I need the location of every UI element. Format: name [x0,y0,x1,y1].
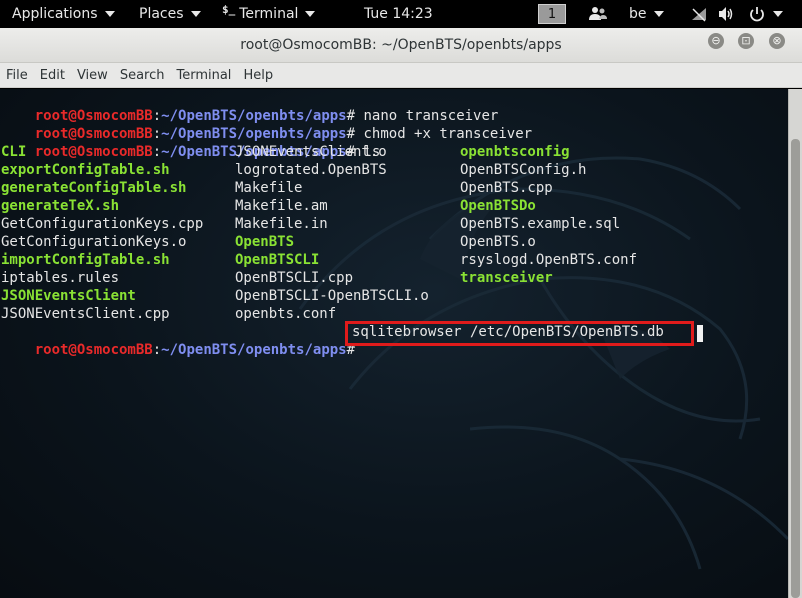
ls-entry: rsyslogd.OpenBTS.conf [460,252,638,268]
ls-entry: OpenBTSCLI [235,252,320,268]
volume-icon[interactable] [717,0,735,28]
ls-entry: transceiver [460,270,553,286]
top-panel: Applications Places $_ Terminal Tue 14:2… [0,0,802,28]
chevron-down-icon [653,11,664,17]
menu-file[interactable]: File [0,68,34,83]
ls-entry: JSONEventsClient.o [235,144,387,160]
terminal-app-menu[interactable]: $_ Terminal [222,0,316,28]
power-icon [750,7,764,22]
scrollbar-thumb[interactable] [791,139,800,598]
ls-entry: OpenBTSCLI.cpp [235,270,354,286]
ls-entry: Makefile [235,180,303,196]
ls-entry: OpenBTSDo [460,198,536,214]
terminal-line: root@OsmocomBB:~/OpenBTS/openbts/apps# l… [1,125,381,160]
clock[interactable]: Tue 14:23 [364,0,433,28]
menu-view[interactable]: View [71,68,114,83]
ls-entry: OpenBTS [235,234,295,250]
keyboard-layout-menu[interactable]: be [629,0,664,28]
command-highlight-box [345,321,694,346]
ls-entry: CLI [1,144,27,160]
menu-edit[interactable]: Edit [34,68,71,83]
ls-entry: JSONEventsClient.cpp [1,306,170,322]
maximize-button[interactable]: ⊡ [738,33,754,49]
chevron-down-icon [190,11,201,17]
ls-entry: OpenBTS.example.sql [460,216,621,232]
ls-entry: openbts.conf [235,306,337,322]
keyboard-layout-label: be [629,6,647,22]
menu-help[interactable]: Help [237,68,279,83]
places-label: Places [139,6,184,22]
ls-entry: generateConfigTable.sh [1,180,187,196]
chevron-down-icon [773,11,783,17]
prompt-path: ~/OpenBTS/openbts/apps [161,342,347,358]
prompt-separator: : [152,144,162,160]
ls-entry: Makefile.am [235,198,328,214]
applications-label: Applications [12,6,98,22]
terminal-output[interactable]: root@OsmocomBB:~/OpenBTS/openbts/apps# n… [0,89,788,598]
places-menu[interactable]: Places [139,0,201,28]
ls-entry: iptables.rules [1,270,120,286]
ls-entry: exportConfigTable.sh [1,162,170,178]
ls-entry: openbtsconfig [460,144,570,160]
terminal-line: root@OsmocomBB:~/OpenBTS/openbts/apps# n… [1,89,499,124]
ls-entry: GetConfigurationKeys.cpp [1,216,204,232]
menubar: File Edit View Search Terminal Help [0,63,802,88]
window-title: root@OsmocomBB: ~/OpenBTS/openbts/apps [240,37,562,53]
workspace-indicator[interactable]: 1 [538,4,566,24]
chevron-down-icon [305,11,316,17]
power-menu[interactable] [748,0,783,28]
ls-entry: OpenBTSCLI-OpenBTSCLI.o [235,288,429,304]
terminal-scrollbar[interactable] [788,89,802,598]
terminal-icon: $_ [222,2,236,16]
ls-entry: JSONEventsClient [1,288,136,304]
text-cursor [697,325,703,342]
terminal-line: root@OsmocomBB:~/OpenBTS/openbts/apps# c… [1,107,532,142]
users-icon[interactable] [588,0,608,28]
menu-search[interactable]: Search [114,68,171,83]
close-button[interactable]: ⊗ [769,33,785,49]
ls-entry: logrotated.OpenBTS [235,162,387,178]
prompt-user: root@OsmocomBB [34,144,153,160]
minimize-button[interactable]: ⊖ [708,33,724,49]
ls-entry: Makefile.in [235,216,328,232]
terminal-app-label: Terminal [239,6,299,22]
chevron-down-icon [104,11,115,17]
ls-entry: importConfigTable.sh [1,252,170,268]
window-titlebar[interactable]: root@OsmocomBB: ~/OpenBTS/openbts/apps ⊖… [0,28,802,63]
ls-entry: OpenBTS.o [460,234,536,250]
applications-menu[interactable]: Applications [12,0,115,28]
ls-entry: generateTeX.sh [1,198,120,214]
command-text: chmod +x transceiver [355,126,533,142]
ls-entry: OpenBTSConfig.h [460,162,587,178]
ls-entry: GetConfigurationKeys.o [1,234,187,250]
prompt-separator: : [152,342,162,358]
network-disabled-icon[interactable] [690,0,708,28]
terminal-line-current: root@OsmocomBB:~/OpenBTS/openbts/apps# [1,323,355,358]
ls-entry: OpenBTS.cpp [460,180,553,196]
menu-terminal[interactable]: Terminal [170,68,237,83]
prompt-user: root@OsmocomBB [34,342,153,358]
